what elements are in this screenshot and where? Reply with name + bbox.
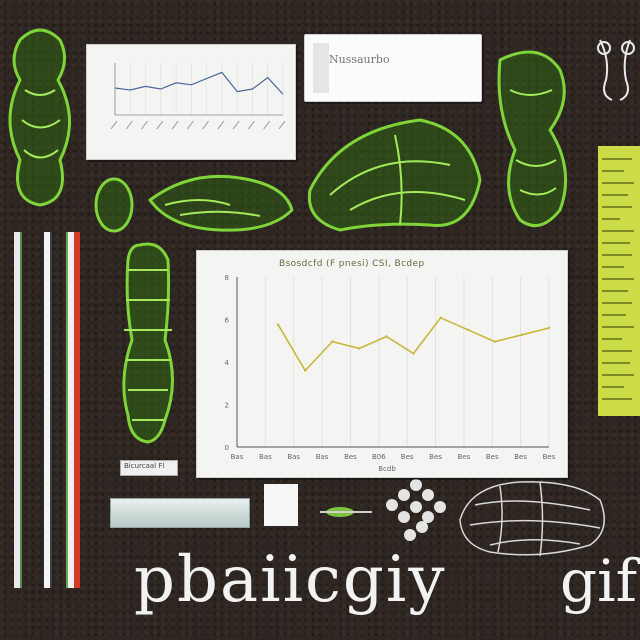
main-chart-card: Bsosdcfd (F pnesi) CSI, Bcdep 8 6 4 2 0 Bas Ba… — [196, 250, 568, 478]
x-tick-mark — [263, 120, 271, 130]
data-point — [412, 352, 415, 355]
bottom-word-right: gif — [560, 547, 638, 615]
caption-tag-text: Bicurcaal Fl — [124, 462, 165, 470]
creature-spine — [122, 242, 174, 444]
chain-grid-icon — [386, 479, 446, 541]
x-tick-mark — [171, 120, 179, 130]
glass-ruler — [110, 498, 250, 528]
x-tick-label: Bes — [458, 453, 471, 461]
scissors-icon — [597, 39, 635, 101]
x-tick-label: Bas — [316, 453, 329, 461]
x-tick-mark — [232, 120, 240, 130]
x-tick-label: Bes — [401, 453, 414, 461]
caption-tag: Bicurcaal Fl — [120, 460, 178, 476]
data-point — [520, 333, 524, 336]
data-point — [385, 335, 388, 338]
small-note-card — [264, 484, 298, 526]
x-tick-mark — [248, 120, 255, 130]
x-tick-label: Bes — [344, 453, 357, 461]
x-tick-label: Bes — [486, 453, 499, 461]
data-point — [466, 328, 469, 331]
tube-red — [74, 232, 80, 588]
creature-top-left — [8, 28, 71, 207]
x-tick-mark — [186, 120, 194, 130]
x-tick-mark — [141, 120, 148, 130]
x-tick-label: Bes — [543, 453, 556, 461]
tube-white-2 — [44, 232, 52, 588]
data-point — [358, 347, 361, 350]
label-card-bar — [313, 43, 329, 93]
x-tick-label: Bas — [259, 453, 272, 461]
label-card: Nussaurbo — [304, 34, 482, 102]
creature-oval — [94, 177, 134, 233]
brain-mesh-icon — [459, 481, 605, 557]
series-line — [277, 316, 550, 372]
side-text-panel — [598, 146, 640, 416]
data-point — [439, 316, 442, 319]
data-point — [493, 340, 497, 343]
y-tick-label: 6 — [225, 317, 230, 325]
y-tick-label: 4 — [225, 359, 230, 367]
tube-white-1 — [14, 232, 22, 588]
data-point — [331, 340, 334, 343]
main-line-chart: 86420Bas Bas Bas Bas Bes B06 Bes Bes Bes Bes Bes Be… — [225, 274, 556, 473]
y-tick-label: 2 — [225, 402, 229, 410]
x-tick-mark — [156, 120, 164, 130]
x-tick-mark — [125, 120, 133, 130]
x-tick-label: Bes — [429, 453, 442, 461]
bug-icon — [320, 507, 372, 517]
series-line — [114, 71, 284, 95]
x-tick-label: Bas — [287, 453, 300, 461]
label-card-text: Nussaurbo — [329, 53, 390, 66]
x-tick-mark — [217, 120, 225, 130]
x-tick-label: Bes — [514, 453, 527, 461]
x-tick-label: Bas — [231, 453, 244, 461]
top-chart-card — [86, 44, 296, 160]
x-tick-mark — [110, 120, 118, 130]
y-tick-label: 8 — [225, 274, 229, 282]
data-point — [276, 323, 280, 326]
x-axis-label: Bcdb — [378, 465, 396, 473]
y-tick-label: 0 — [225, 444, 229, 452]
data-point — [303, 369, 307, 372]
creature-right — [497, 50, 568, 228]
x-tick-label: B06 — [372, 453, 386, 461]
x-tick-mark — [278, 120, 286, 130]
x-tick-mark — [202, 120, 210, 130]
top-line-chart — [110, 63, 286, 130]
tube-white-3 — [66, 232, 74, 588]
bottom-word-left: pbaiicgiy — [134, 543, 447, 617]
data-point — [547, 326, 551, 330]
